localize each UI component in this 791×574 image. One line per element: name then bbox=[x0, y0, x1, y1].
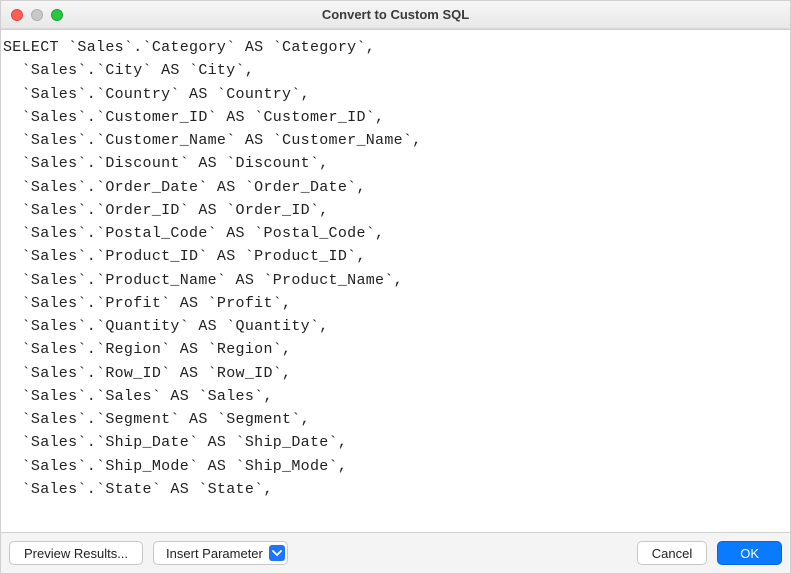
ok-button[interactable]: OK bbox=[717, 541, 782, 565]
close-icon[interactable] bbox=[11, 9, 23, 21]
window-title: Convert to Custom SQL bbox=[1, 7, 790, 22]
cancel-button[interactable]: Cancel bbox=[637, 541, 707, 565]
sql-text-area[interactable]: SELECT `Sales`.`Category` AS `Category`,… bbox=[1, 29, 790, 533]
dialog-window: Convert to Custom SQL SELECT `Sales`.`Ca… bbox=[0, 0, 791, 574]
insert-parameter-dropdown[interactable]: Insert Parameter bbox=[153, 541, 288, 565]
maximize-icon[interactable] bbox=[51, 9, 63, 21]
titlebar: Convert to Custom SQL bbox=[1, 1, 790, 29]
window-controls bbox=[1, 9, 63, 21]
cancel-label: Cancel bbox=[652, 546, 692, 561]
dialog-footer: Preview Results... Insert Parameter Canc… bbox=[1, 533, 790, 573]
chevron-down-icon bbox=[269, 545, 285, 561]
ok-label: OK bbox=[740, 546, 759, 561]
preview-results-button[interactable]: Preview Results... bbox=[9, 541, 143, 565]
insert-parameter-label: Insert Parameter bbox=[166, 546, 263, 561]
preview-results-label: Preview Results... bbox=[24, 546, 128, 561]
minimize-icon[interactable] bbox=[31, 9, 43, 21]
